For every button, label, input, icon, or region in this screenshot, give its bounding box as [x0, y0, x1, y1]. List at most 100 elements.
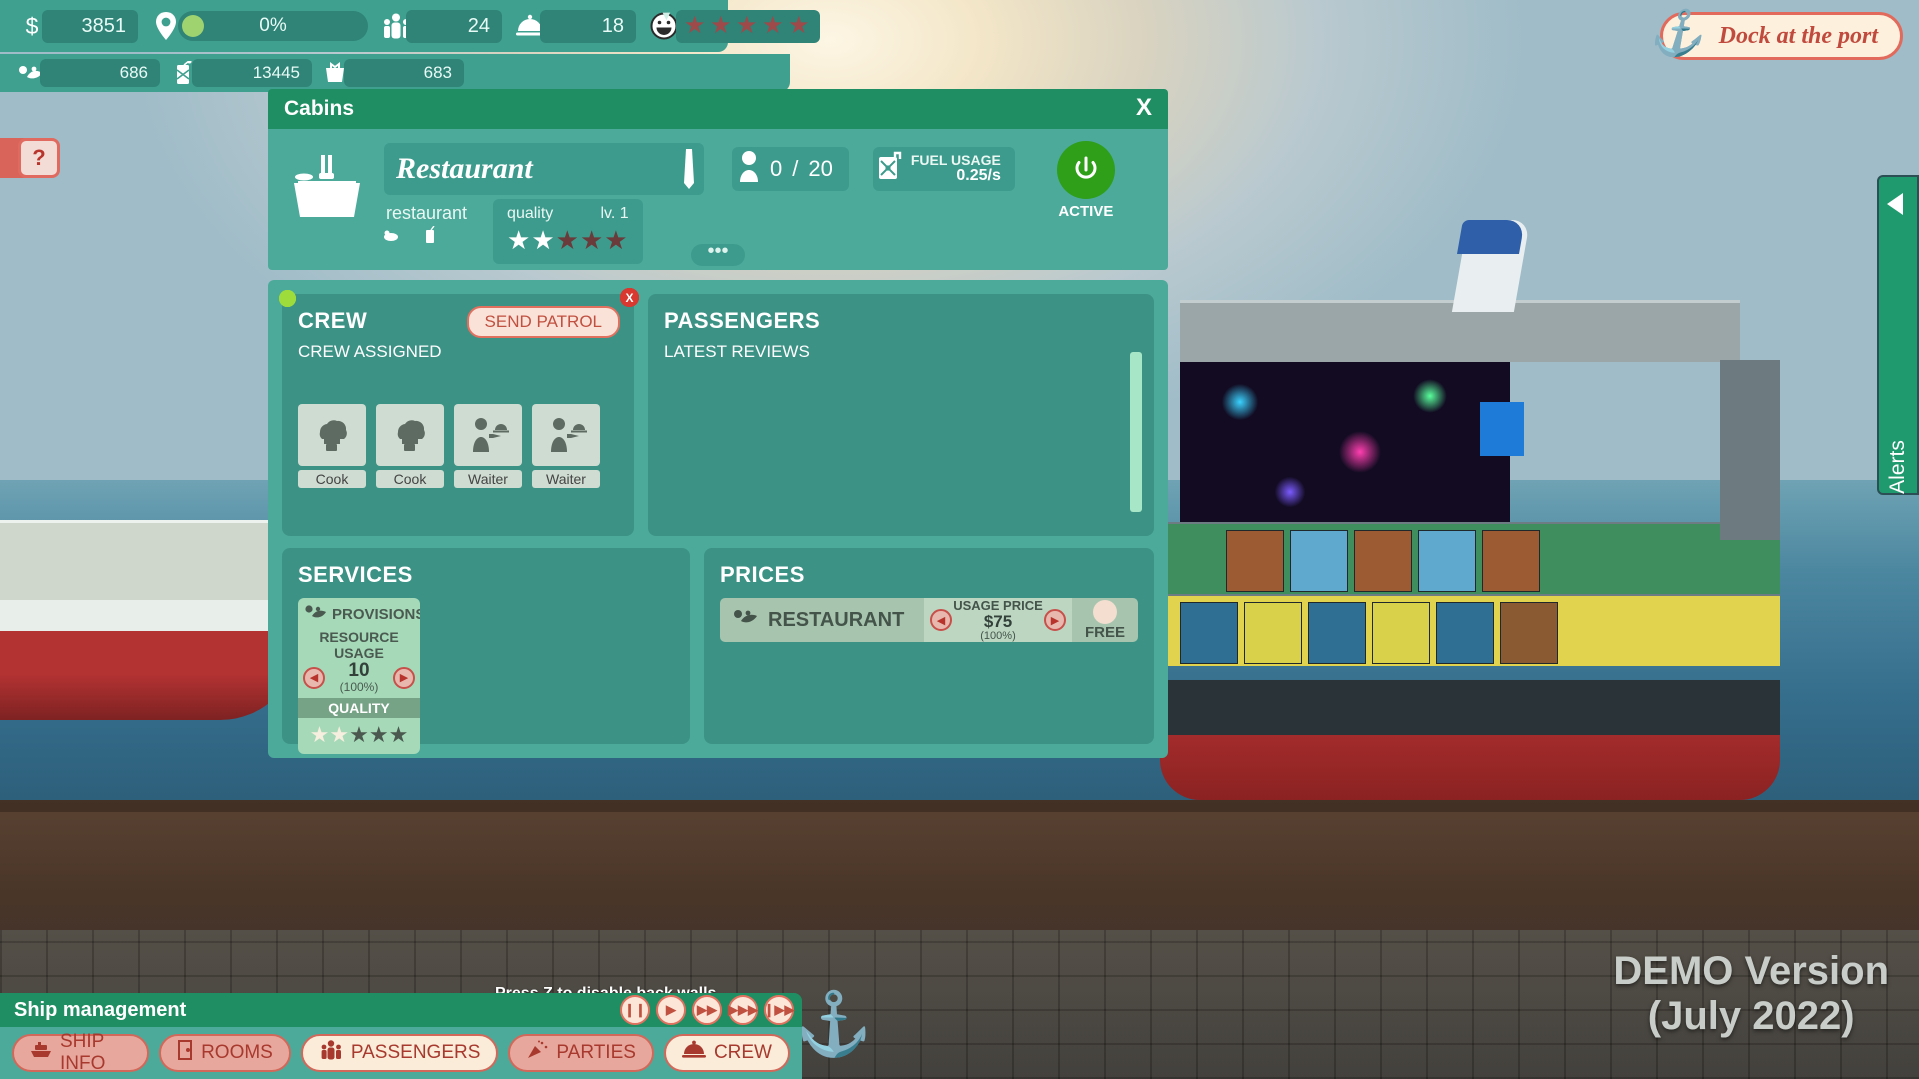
quality-label: quality: [507, 205, 553, 223]
passengers-panel-title: PASSENGERS: [664, 308, 1138, 334]
chevron-down-icon[interactable]: ▼: [660, 8, 673, 23]
person-icon: [738, 150, 760, 189]
pier: [0, 520, 300, 610]
price-item-name-cell: RESTAURANT: [720, 598, 924, 642]
expand-details-button[interactable]: •••: [691, 244, 745, 266]
fuel-usage-value: 0.25/s: [911, 168, 1001, 185]
service-card-provisions[interactable]: PROVISIONS RESOURCE USAGE ◀ 10 (100%) ▶ …: [298, 598, 420, 754]
increase-resource-button[interactable]: ▶: [393, 667, 415, 689]
faster-button[interactable]: ▶▶▶: [728, 995, 758, 1025]
capacity-current: 0: [770, 156, 782, 182]
dock-button-label: Dock at the port: [1719, 23, 1878, 50]
close-icon[interactable]: X: [1136, 94, 1152, 122]
nav-crew[interactable]: CREW: [664, 1034, 790, 1072]
prices-panel: PRICES RESTAURANT ◀ USAGE PRICE $75 (1: [704, 548, 1154, 744]
hud-passengers[interactable]: 24: [378, 8, 502, 44]
voyage-progress-bar: 0%: [178, 11, 368, 41]
deck-cabins-1: [1160, 522, 1780, 594]
drinks-value: 13445: [192, 59, 312, 87]
nav-label: CREW: [714, 1042, 772, 1064]
send-patrol-button[interactable]: SEND PATROL: [467, 306, 620, 338]
fast-forward-button[interactable]: ▶▶: [692, 995, 722, 1025]
demo-line-1: DEMO Version: [1613, 949, 1889, 994]
provisions-value: 686: [40, 59, 160, 87]
free-toggle[interactable]: FREE: [1072, 598, 1138, 642]
nav-label: PARTIES: [556, 1042, 636, 1064]
free-label: FREE: [1085, 624, 1125, 641]
ship-hull: [1160, 680, 1780, 800]
nav-ship-info[interactable]: SHIP INFO: [12, 1034, 149, 1072]
passengers-panel: PASSENGERS LATEST REVIEWS: [648, 294, 1154, 536]
hud-provisions[interactable]: 686: [14, 55, 160, 91]
crew-value: 18: [540, 10, 636, 43]
pause-button[interactable]: ❙❙: [620, 995, 650, 1025]
nav-label: SHIP INFO: [60, 1031, 131, 1075]
demo-watermark: DEMO Version (July 2022): [1613, 949, 1889, 1039]
crew-card[interactable]: X Waiter: [532, 404, 600, 488]
dialog-title-bar: Cabins X: [268, 89, 1168, 129]
usage-price-label: USAGE PRICE: [952, 598, 1044, 613]
bottom-bar: Ship management ❙❙ ▶ ▶▶ ▶▶▶ ❙▶▶ SHIP INF…: [0, 993, 802, 1079]
hud-resources-row: 686 13445 683: [0, 54, 790, 92]
hud-laundry[interactable]: 683: [318, 55, 464, 91]
alerts-tab[interactable]: Alerts: [1877, 175, 1919, 495]
reviews-scrollbar[interactable]: [1130, 352, 1142, 512]
room-type-icons: [384, 226, 467, 249]
decrease-price-button[interactable]: ◀: [930, 609, 952, 631]
svc-star-1: ★: [310, 722, 330, 747]
room-type-label: restaurant: [386, 203, 467, 224]
provisions-icon: [304, 603, 328, 625]
nav-rooms[interactable]: ROOMS: [159, 1034, 291, 1072]
usage-price-cell: ◀ USAGE PRICE $75 (100%) ▶: [924, 598, 1072, 642]
passengers-value: 24: [406, 10, 502, 43]
fuel-usage-box: FUEL USAGE 0.25/s: [873, 147, 1015, 191]
crew-card[interactable]: X Cook: [298, 404, 366, 488]
nav-parties[interactable]: PARTIES: [508, 1034, 654, 1072]
hud-crew[interactable]: 18: [512, 8, 636, 44]
cruise-ship: [1160, 240, 1780, 800]
disco-screen: [1480, 402, 1524, 456]
restaurant-table-icon: [286, 143, 370, 227]
chef-icon: [376, 404, 444, 466]
remove-crew-icon[interactable]: X: [620, 288, 639, 307]
crew-panel: CREW SEND PATROL CREW ASSIGNED X Cook: [282, 294, 634, 536]
increase-price-button[interactable]: ▶: [1044, 609, 1066, 631]
power-status-label: ACTIVE: [1057, 203, 1115, 220]
crew-card-list: X Cook X Cook: [298, 404, 618, 488]
quality-star-3: ★: [556, 225, 580, 255]
nav-label: PASSENGERS: [351, 1042, 481, 1064]
fastest-button[interactable]: ❙▶▶: [764, 995, 794, 1025]
anchor-icon: ⚓: [795, 988, 872, 1061]
room-name-field[interactable]: Restaurant: [384, 143, 704, 195]
resource-usage-percent: (100%): [340, 680, 379, 694]
power-toggle-button[interactable]: [1057, 141, 1115, 199]
quality-star-2: ★: [531, 225, 555, 255]
hud-location[interactable]: 0%: [148, 8, 368, 44]
room-name-value: Restaurant: [396, 152, 533, 186]
svc-star-3: ★: [349, 722, 369, 747]
hud-money[interactable]: $ 3851: [14, 8, 138, 44]
service-quality-stars: ★★★★★: [298, 718, 420, 754]
star-4: ★: [762, 14, 786, 38]
crew-card[interactable]: X Cook: [376, 404, 444, 488]
happiness-stars: ★ ★ ★ ★ ★: [676, 10, 820, 43]
crew-card[interactable]: X Waiter: [454, 404, 522, 488]
star-2: ★: [710, 14, 734, 38]
capacity-max: 20: [808, 156, 832, 182]
hud-drinks[interactable]: 13445: [166, 55, 312, 91]
help-button[interactable]: ?: [18, 138, 60, 178]
dock-at-port-button[interactable]: ⚓ Dock at the port: [1660, 12, 1903, 60]
anchor-icon: ⚓: [1649, 7, 1704, 59]
pencil-icon[interactable]: [684, 149, 694, 189]
nav-passengers[interactable]: PASSENGERS: [301, 1034, 499, 1072]
play-button[interactable]: ▶: [656, 995, 686, 1025]
ship-management-label: Ship management: [14, 999, 186, 1022]
cabins-dialog: Cabins X Restaurant restaurant: [268, 89, 1168, 758]
decrease-resource-button[interactable]: ◀: [303, 667, 325, 689]
family-icon: [319, 1040, 343, 1066]
door-icon: [177, 1040, 193, 1066]
services-panel-title: SERVICES: [298, 562, 674, 588]
dialog-title: Cabins: [284, 97, 354, 121]
price-row: RESTAURANT ◀ USAGE PRICE $75 (100%) ▶ F: [720, 598, 1138, 642]
progress-knob: [182, 15, 204, 37]
